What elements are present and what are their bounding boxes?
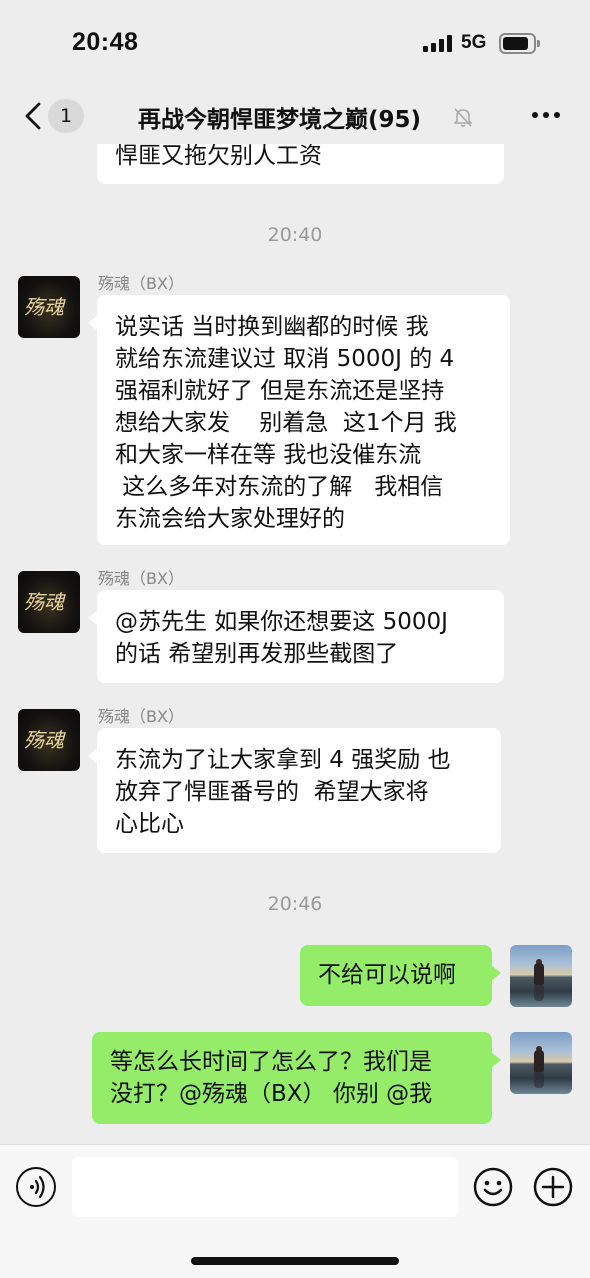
- svg-text:殇魂: 殇魂: [24, 295, 66, 319]
- sender-name: 殇魂（BX）: [98, 569, 184, 588]
- smile-icon[interactable]: [473, 1167, 513, 1207]
- chat-header: 1 再战今朝悍匪梦境之巅(95): [0, 88, 590, 144]
- network-type: 5G: [461, 32, 487, 53]
- message-text: 悍匪又拖欠别人工资: [115, 144, 322, 169]
- message-timestamp: 20:46: [267, 893, 323, 915]
- message-line: 东流为了让大家拿到 4 强奖励 也: [115, 747, 451, 773]
- message-line: 和大家一样在等 我也没催东流: [115, 442, 422, 468]
- message-line: 说实话 当时换到幽都的时候 我: [115, 314, 429, 340]
- message-line: 的话 希望别再发那些截图了: [115, 641, 399, 667]
- sender-name: 殇魂（BX）: [98, 274, 184, 293]
- message-bubble-incoming[interactable]: 东流为了让大家拿到 4 强奖励 也 放弃了悍匪番号的 希望大家将 心比心: [88, 728, 501, 853]
- svg-text:殇魂: 殇魂: [24, 590, 66, 614]
- message-input[interactable]: [72, 1157, 458, 1217]
- message-bubble-incoming[interactable]: 悍匪又拖欠别人工资: [97, 144, 504, 184]
- svg-text:殇魂: 殇魂: [24, 728, 66, 752]
- message-bubble-incoming[interactable]: 说实话 当时换到幽都的时候 我 就给东流建议过 取消 5000J 的 4 强福利…: [88, 295, 510, 545]
- chevron-left-icon[interactable]: [24, 102, 42, 130]
- battery-icon: [499, 33, 540, 54]
- signal-strength-icon: [423, 34, 452, 52]
- message-line: 不给可以说啊: [318, 962, 456, 988]
- unread-count-badge[interactable]: 1: [48, 99, 84, 133]
- message-line: 心比心: [115, 811, 184, 837]
- message-line: 就给东流建议过 取消 5000J 的 4: [115, 346, 455, 372]
- home-indicator[interactable]: [191, 1257, 399, 1265]
- message-line: 等怎么长时间了怎么了？我们是: [110, 1049, 432, 1075]
- bell-slash-icon: [454, 108, 472, 127]
- message-line: 东流会给大家处理好的: [115, 506, 345, 532]
- chat-title: 再战今朝悍匪梦境之巅(95): [138, 107, 422, 133]
- message-line: @苏先生 如果你还想要这 5000J: [115, 609, 448, 635]
- message-line: 想给大家发 别着急 这1个月 我: [115, 410, 457, 436]
- my-avatar[interactable]: [510, 1032, 572, 1094]
- message-line: 没打？@殇魂（BX） 你别 @我: [110, 1081, 433, 1107]
- message-bubble-outgoing[interactable]: 不给可以说啊: [300, 945, 501, 1006]
- message-list[interactable]: 悍匪又拖欠别人工资 20:40 殇魂 殇魂（BX） 说实话 当时换到幽都的时候 …: [0, 144, 590, 1144]
- sender-avatar[interactable]: 殇魂: [18, 276, 80, 338]
- ellipsis-icon[interactable]: [532, 112, 560, 118]
- voice-wave-icon[interactable]: [16, 1167, 56, 1207]
- message-line: 强福利就好了 但是东流还是坚持: [115, 378, 445, 404]
- sender-avatar[interactable]: 殇魂: [18, 571, 80, 633]
- message-bubble-incoming[interactable]: @苏先生 如果你还想要这 5000J 的话 希望别再发那些截图了: [88, 590, 504, 683]
- message-bubble-outgoing[interactable]: 等怎么长时间了怎么了？我们是 没打？@殇魂（BX） 你别 @我: [92, 1032, 501, 1124]
- status-time: 20:48: [72, 28, 139, 56]
- my-avatar[interactable]: [510, 945, 572, 1007]
- status-bar: 20:48 5G: [0, 0, 590, 88]
- message-line: 放弃了悍匪番号的 希望大家将: [115, 779, 429, 805]
- plus-circle-icon[interactable]: [533, 1167, 573, 1207]
- message-timestamp: 20:40: [267, 224, 323, 246]
- message-line: 这么多年对东流的了解 我相信: [115, 474, 444, 500]
- sender-name: 殇魂（BX）: [98, 707, 184, 726]
- sender-avatar[interactable]: 殇魂: [18, 709, 80, 771]
